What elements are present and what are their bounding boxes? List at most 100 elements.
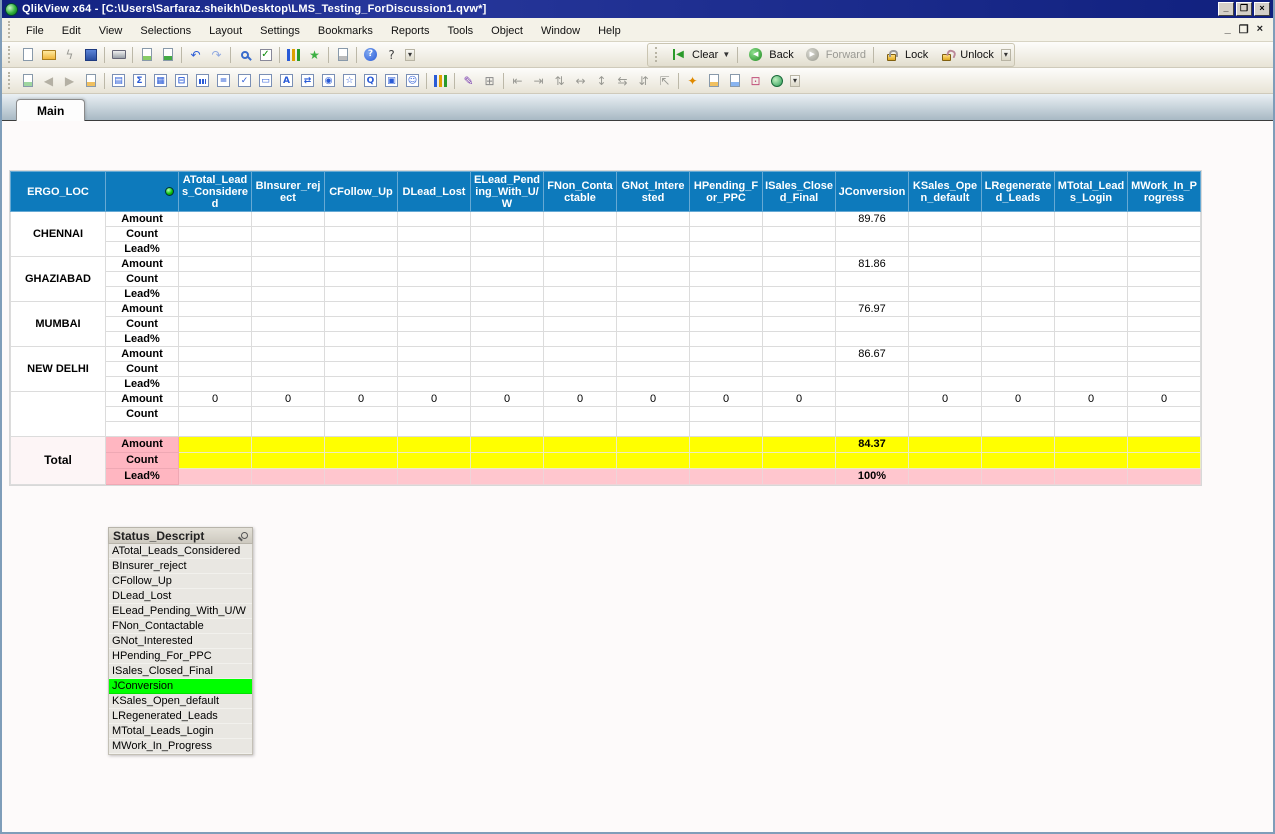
pivot-cell[interactable]: 84.37 (835, 436, 909, 453)
pivot-column-header[interactable]: LRegenerated_Leads (981, 171, 1055, 212)
pivot-cell[interactable] (835, 452, 909, 469)
pivot-cell[interactable] (543, 331, 617, 347)
pivot-cell[interactable] (689, 376, 763, 392)
clear-button[interactable]: ◀ Clear ▼ (664, 44, 734, 65)
pivot-measure-label[interactable]: Amount (105, 211, 179, 227)
pivot-cell[interactable]: 81.86 (835, 256, 909, 272)
pivot-measure-label[interactable]: Lead% (105, 241, 179, 257)
pivot-cell[interactable] (835, 331, 909, 347)
pivot-cell[interactable] (908, 421, 982, 437)
pivot-cell[interactable] (762, 271, 836, 287)
pivot-measure-label[interactable]: Amount (105, 301, 179, 317)
pivot-cell[interactable] (178, 331, 252, 347)
pivot-cell[interactable] (470, 468, 544, 485)
pivot-cell[interactable] (178, 436, 252, 453)
tab-main[interactable]: Main (16, 99, 86, 121)
pivot-cell[interactable] (908, 256, 982, 272)
pivot-cell[interactable] (178, 226, 252, 242)
pivot-cell[interactable] (1127, 468, 1201, 485)
pivot-cell[interactable] (1127, 256, 1201, 272)
listbox-item[interactable]: FNon_Contactable (109, 619, 252, 634)
create-multi-box-icon[interactable]: ✓ (235, 71, 254, 90)
pivot-cell[interactable] (178, 286, 252, 302)
pivot-cell[interactable] (762, 241, 836, 257)
pivot-cell[interactable] (178, 316, 252, 332)
space-vertically-icon[interactable]: ↕ (592, 71, 611, 90)
menu-window[interactable]: Window (532, 22, 589, 40)
pivot-cell[interactable] (689, 468, 763, 485)
pivot-cell[interactable] (908, 436, 982, 453)
pivot-cell[interactable] (324, 241, 398, 257)
pivot-cell[interactable] (1054, 301, 1128, 317)
pivot-cell[interactable] (835, 241, 909, 257)
pivot-cell[interactable] (835, 226, 909, 242)
pivot-column-header[interactable]: ISales_Closed_Final (762, 171, 836, 212)
listbox-item[interactable]: BInsurer_reject (109, 559, 252, 574)
pivot-cell[interactable] (689, 256, 763, 272)
pivot-cell[interactable] (324, 271, 398, 287)
create-table-box-icon[interactable]: ▦ (151, 71, 170, 90)
create-text-object-icon[interactable]: A (277, 71, 296, 90)
pivot-measure-label[interactable]: Amount (105, 346, 179, 362)
search-icon[interactable] (241, 532, 248, 539)
pivot-measure-label[interactable]: Count (105, 316, 179, 332)
pivot-cell[interactable] (324, 256, 398, 272)
pivot-cell[interactable] (324, 316, 398, 332)
pivot-cell[interactable] (689, 316, 763, 332)
pivot-cell[interactable] (178, 271, 252, 287)
pivot-location-label[interactable]: GHAZIABAD (10, 256, 106, 302)
pivot-cell[interactable] (908, 211, 982, 227)
create-custom-object-icon[interactable]: ☺ (403, 71, 422, 90)
pivot-cell[interactable]: 0 (324, 391, 398, 407)
pivot-cell[interactable]: 0 (1127, 391, 1201, 407)
pivot-cell[interactable] (616, 301, 690, 317)
pivot-cell[interactable] (470, 226, 544, 242)
pivot-cell[interactable] (616, 406, 690, 422)
pivot-column-header[interactable]: FNon_Contactable (543, 171, 617, 212)
pivot-cell[interactable] (762, 346, 836, 362)
listbox-item[interactable]: ISales_Closed_Final (109, 664, 252, 679)
pivot-measure-label[interactable]: Count (105, 406, 179, 422)
pivot-cell[interactable] (981, 271, 1055, 287)
menu-edit[interactable]: Edit (53, 22, 90, 40)
pivot-cell[interactable] (1127, 436, 1201, 453)
pivot-location-label[interactable]: MUMBAI (10, 301, 106, 347)
current-selections-icon[interactable] (256, 45, 275, 64)
pivot-cell[interactable] (543, 316, 617, 332)
pivot-cell[interactable] (470, 256, 544, 272)
pivot-cell[interactable] (324, 331, 398, 347)
create-search-object-icon[interactable]: ☆ (340, 71, 359, 90)
pivot-cell[interactable] (470, 361, 544, 377)
listbox-item[interactable]: MWork_In_Progress (109, 739, 252, 754)
add-note-icon[interactable] (704, 71, 723, 90)
pivot-cell[interactable] (470, 316, 544, 332)
pivot-cell[interactable] (835, 316, 909, 332)
pivot-location-label[interactable]: CHENNAI (10, 211, 106, 257)
pivot-cell[interactable] (397, 241, 471, 257)
pivot-cell[interactable] (543, 286, 617, 302)
pivot-cell[interactable] (762, 376, 836, 392)
pivot-cell[interactable] (324, 452, 398, 469)
pivot-cell[interactable] (616, 226, 690, 242)
pivot-cell[interactable] (251, 452, 325, 469)
pivot-cell[interactable] (1054, 436, 1128, 453)
pivot-cell[interactable] (981, 361, 1055, 377)
export-icon[interactable] (158, 45, 177, 64)
pivot-cell[interactable] (616, 256, 690, 272)
print-icon[interactable] (109, 45, 128, 64)
pivot-cell[interactable] (835, 376, 909, 392)
pivot-cell[interactable] (835, 271, 909, 287)
pivot-cell[interactable] (543, 346, 617, 362)
pivot-cell[interactable] (689, 331, 763, 347)
listbox-item[interactable]: MTotal_Leads_Login (109, 724, 252, 739)
pivot-cell[interactable] (1054, 271, 1128, 287)
pivot-column-header[interactable]: MWork_In_Progress (1127, 171, 1201, 212)
create-listbox-icon[interactable]: ▤ (109, 71, 128, 90)
pivot-cell[interactable] (689, 361, 763, 377)
menu-tools[interactable]: Tools (438, 22, 482, 40)
pivot-cell[interactable] (689, 452, 763, 469)
pivot-column-header[interactable]: CFollow_Up (324, 171, 398, 212)
pivot-column-header[interactable]: ELead_Pending_With_U/W (470, 171, 544, 212)
pivot-measure-label[interactable]: Count (105, 361, 179, 377)
pivot-cell[interactable] (251, 211, 325, 227)
